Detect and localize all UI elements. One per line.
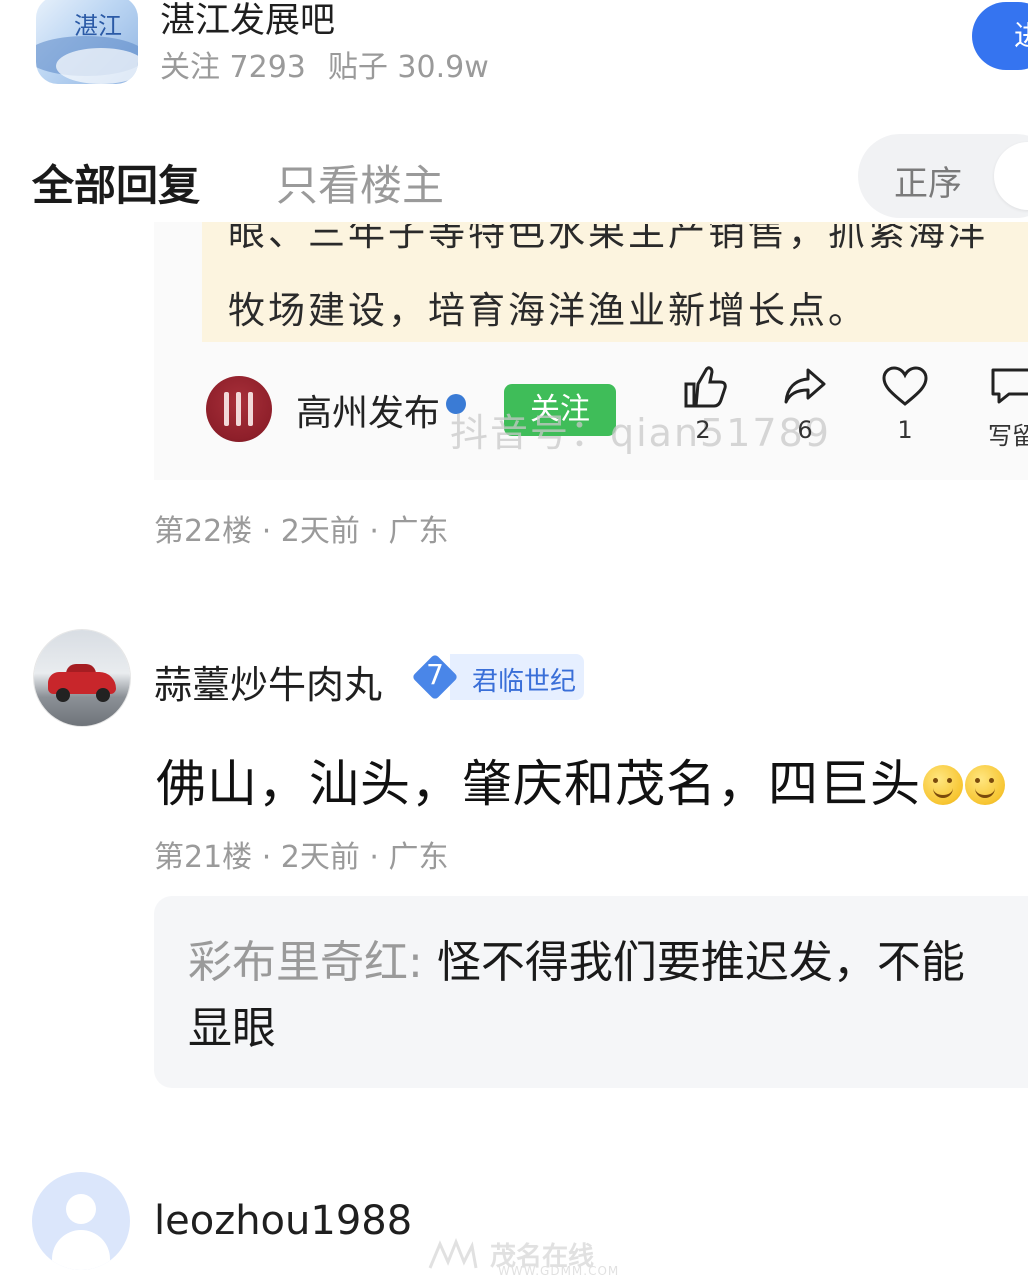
tab-all-replies[interactable]: 全部回复 — [32, 152, 200, 213]
post-image[interactable]: 眼、三年子等特色水果主产销售，抓紧海洋 牧场建设，培育海洋渔业新增长点。 高州发… — [154, 222, 1028, 480]
avatar[interactable] — [34, 630, 130, 726]
smile-emoji-icon — [923, 765, 963, 805]
sort-toggle-knob — [994, 142, 1028, 210]
subreply-text-cont: 显眼 — [188, 1003, 276, 1054]
reply-username[interactable]: leozhou1988 — [154, 1198, 412, 1244]
forum-title[interactable]: 湛江发展吧 — [160, 0, 335, 43]
reply-content[interactable]: 佛山，汕头，肇庆和茂名，四巨头 — [156, 744, 1005, 816]
source-logo — [206, 376, 272, 442]
reply-username[interactable]: 蒜薹炒牛肉丸 — [154, 654, 382, 709]
reply-text: 佛山，汕头，肇庆和茂名，四巨头 — [156, 755, 921, 813]
sort-label: 正序 — [894, 164, 962, 204]
forum-logo-glyph: 湛江 — [74, 12, 122, 40]
sort-toggle[interactable]: 正序 — [858, 134, 1028, 218]
quote-cut-line: 眼、三年子等特色水果主产销售，抓紧海洋 — [228, 224, 988, 254]
enter-forum-button[interactable]: 进 — [972, 2, 1028, 70]
heart-icon — [882, 366, 928, 406]
floor-meta: 第21楼 · 2天前 · 广东 — [154, 840, 449, 875]
quote-text-line: 牧场建设，培育海洋渔业新增长点。 — [228, 289, 868, 332]
share-action: 6 — [770, 362, 840, 444]
share-icon — [784, 368, 826, 404]
comment-label: 写留 — [988, 422, 1028, 450]
site-logo-icon — [428, 1238, 478, 1269]
forum-logo[interactable]: 湛江 — [36, 0, 138, 84]
follow-count: 关注 7293 — [160, 50, 306, 85]
subreply-box[interactable]: 彩布里奇红: 怪不得我们要推迟发，不能 显眼 — [154, 896, 1028, 1088]
comment-action: 写留 — [962, 362, 1028, 451]
share-count: 6 — [797, 416, 813, 444]
source-name: 高州发布 — [296, 393, 441, 434]
level-title: 君临世纪 — [472, 667, 577, 697]
forum-stats: 关注 7293 贴子 30.9w — [160, 42, 489, 86]
subreply-line: 彩布里奇红: 怪不得我们要推迟发，不能 — [188, 926, 965, 990]
thumbs-up-count: 2 — [695, 416, 711, 444]
post-count: 贴子 30.9w — [327, 50, 489, 85]
floor-meta: 第22楼 · 2天前 · 广东 — [154, 514, 449, 549]
level-number: 7 — [426, 658, 444, 691]
tab-op-only[interactable]: 只看楼主 — [276, 152, 444, 213]
like-count: 1 — [897, 416, 913, 444]
smile-emoji-icon — [965, 765, 1005, 805]
thumbs-up-action: 2 — [668, 362, 738, 444]
subreply-text: 怪不得我们要推迟发，不能 — [436, 937, 965, 988]
thumbs-up-icon — [684, 366, 727, 408]
level-badge[interactable]: 7 君临世纪 — [410, 653, 584, 701]
comment-icon — [991, 368, 1028, 404]
avatar[interactable] — [32, 1172, 130, 1270]
site-watermark: 茂名在线 WWW.GDMM.COM — [420, 1236, 620, 1280]
subreply-author[interactable]: 彩布里奇红: — [188, 937, 423, 988]
like-action: 1 — [870, 362, 940, 444]
site-watermark-url: WWW.GDMM.COM — [498, 1264, 620, 1278]
